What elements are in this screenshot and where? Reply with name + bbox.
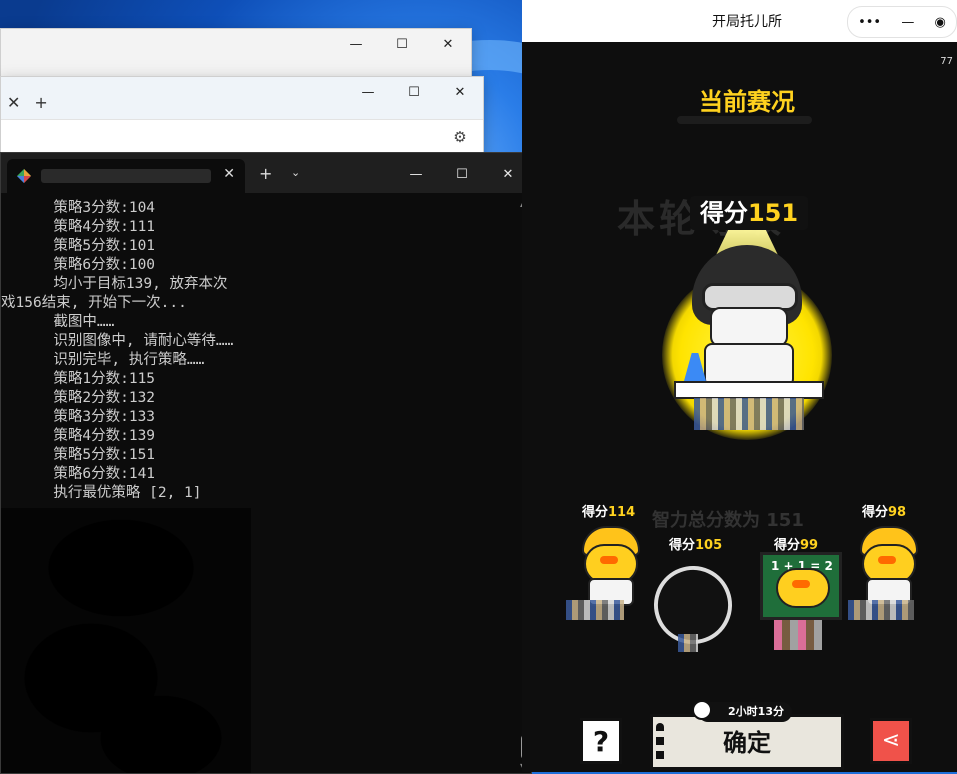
side-score-3: 得分99 — [774, 534, 818, 553]
tab-close-icon[interactable]: ✕ — [223, 166, 235, 182]
mini-program-panel: 开局托儿所 ••• — ◉ 77 当前赛况 本轮等级 得分151 智力总分数为 … — [522, 0, 957, 772]
duck-character-4 — [858, 526, 918, 606]
output-line: 策略6分数:141 — [1, 466, 156, 482]
output-line: 戏156结束, 开始下一次... — [1, 295, 187, 311]
side-score-1: 得分114 — [582, 501, 635, 520]
minimize-button[interactable]: — — [393, 157, 439, 191]
terminal-tab[interactable]: ✕ — [7, 159, 245, 193]
terminal-titlebar: ✕ + ⌄ — ☐ ✕ — [1, 153, 531, 193]
confirm-label: 确定 — [723, 729, 771, 757]
output-line: 识别图像中, 请耐心等待…… — [1, 333, 234, 349]
more-icon[interactable]: ••• — [858, 15, 881, 30]
new-tab-button[interactable]: + — [34, 93, 47, 112]
chevron-down-icon[interactable]: ⌄ — [291, 166, 300, 179]
score-value: 105 — [695, 538, 723, 553]
minimize-button[interactable]: — — [345, 77, 391, 107]
duck-beak — [878, 556, 896, 564]
output-line: 截图中…… — [1, 314, 115, 330]
mini-program-navbar: 开局托儿所 ••• — ◉ — [522, 0, 957, 42]
share-button[interactable]: ⋖ — [870, 718, 912, 764]
score-label: 得分 — [669, 538, 696, 553]
window-caption-buttons: — ☐ ✕ — [345, 77, 483, 107]
score-value: 151 — [747, 199, 799, 227]
duck-face — [776, 568, 830, 608]
output-line: 策略2分数:132 — [1, 390, 156, 406]
output-line: 策略5分数:101 — [1, 238, 156, 254]
score-label: 得分 — [582, 505, 609, 520]
output-line: 均小于目标139, 放弃本次 — [1, 276, 228, 292]
page-title: 当前赛况 — [699, 88, 795, 116]
timer-text: 2小时13分 — [728, 705, 784, 718]
output-line: 策略1分数:115 — [1, 371, 156, 387]
duck-character-1 — [580, 526, 640, 606]
browser-toolbar: ⚙ — [1, 119, 483, 156]
fps-counter: 77 — [940, 56, 953, 67]
minimize-icon[interactable]: — — [901, 15, 914, 30]
tab-close-icon[interactable]: ✕ — [7, 93, 20, 112]
timer-badge: 2小时13分 — [692, 700, 792, 722]
score-value: 99 — [800, 538, 819, 553]
lab-desk — [674, 381, 824, 399]
terminal-window[interactable]: ✕ + ⌄ — ☐ ✕ 策略3分数:104 策略4分数:111 策略5分数:10… — [0, 152, 532, 774]
output-line: 识别完毕, 执行策略…… — [1, 352, 205, 368]
menu-capsule: ••• — ◉ — [847, 6, 957, 38]
close-button[interactable]: ✕ — [425, 29, 471, 59]
redacted-region — [1, 508, 251, 773]
minimize-button[interactable]: — — [333, 29, 379, 59]
duck-beak — [792, 580, 810, 588]
clock-icon — [692, 700, 712, 720]
duck-character-3 — [772, 568, 830, 626]
main-score-badge: 得分151 — [690, 196, 808, 230]
score-value: 98 — [888, 505, 907, 520]
window-caption-buttons: — ☐ ✕ — [393, 157, 531, 191]
maximize-button[interactable]: ☐ — [439, 157, 485, 191]
total-score-subtitle: 智力总分数为 151 — [652, 510, 804, 531]
close-button[interactable]: ✕ — [437, 77, 483, 107]
score-label: 得分 — [862, 505, 889, 520]
score-value: 114 — [608, 505, 636, 520]
close-icon[interactable]: ◉ — [935, 15, 946, 30]
browser-tab-strip: ✕ + — [1, 87, 48, 117]
output-line: 策略3分数:133 — [1, 409, 156, 425]
new-tab-button[interactable]: + — [259, 164, 272, 183]
gear-icon[interactable]: ⚙ — [451, 128, 469, 146]
output-line: 策略5分数:151 — [1, 447, 156, 463]
tab-title-redacted — [41, 169, 211, 183]
pixelated-region — [694, 398, 804, 430]
button-dots — [656, 723, 664, 763]
pixelated-region — [848, 600, 914, 620]
maximize-button[interactable]: ☐ — [391, 77, 437, 107]
share-icon: ⋖ — [881, 728, 901, 753]
pixelated-region — [566, 600, 624, 620]
output-line: 执行最优策略 [2, 1] — [1, 485, 202, 501]
confirm-button[interactable]: 确定 — [650, 714, 844, 770]
score-label: 得分 — [774, 538, 801, 553]
character-mask — [710, 307, 788, 347]
duck-beak — [600, 556, 618, 564]
pixelated-region — [678, 634, 698, 652]
output-line: 策略4分数:139 — [1, 428, 156, 444]
terminal-app-icon — [17, 169, 31, 183]
output-line: 策略3分数:104 — [1, 200, 156, 216]
window-caption-buttons: — ☐ ✕ — [333, 29, 471, 59]
score-label: 得分 — [699, 199, 748, 227]
pixelated-region — [774, 620, 822, 650]
scientist-character — [674, 245, 824, 399]
help-button[interactable]: ? — [580, 718, 622, 764]
output-line: 策略6分数:100 — [1, 257, 156, 273]
mini-program-title: 开局托儿所 — [712, 14, 782, 30]
side-score-4: 得分98 — [862, 501, 906, 520]
side-score-2: 得分105 — [669, 534, 722, 553]
maximize-button[interactable]: ☐ — [379, 29, 425, 59]
output-line: 策略4分数:111 — [1, 219, 156, 235]
